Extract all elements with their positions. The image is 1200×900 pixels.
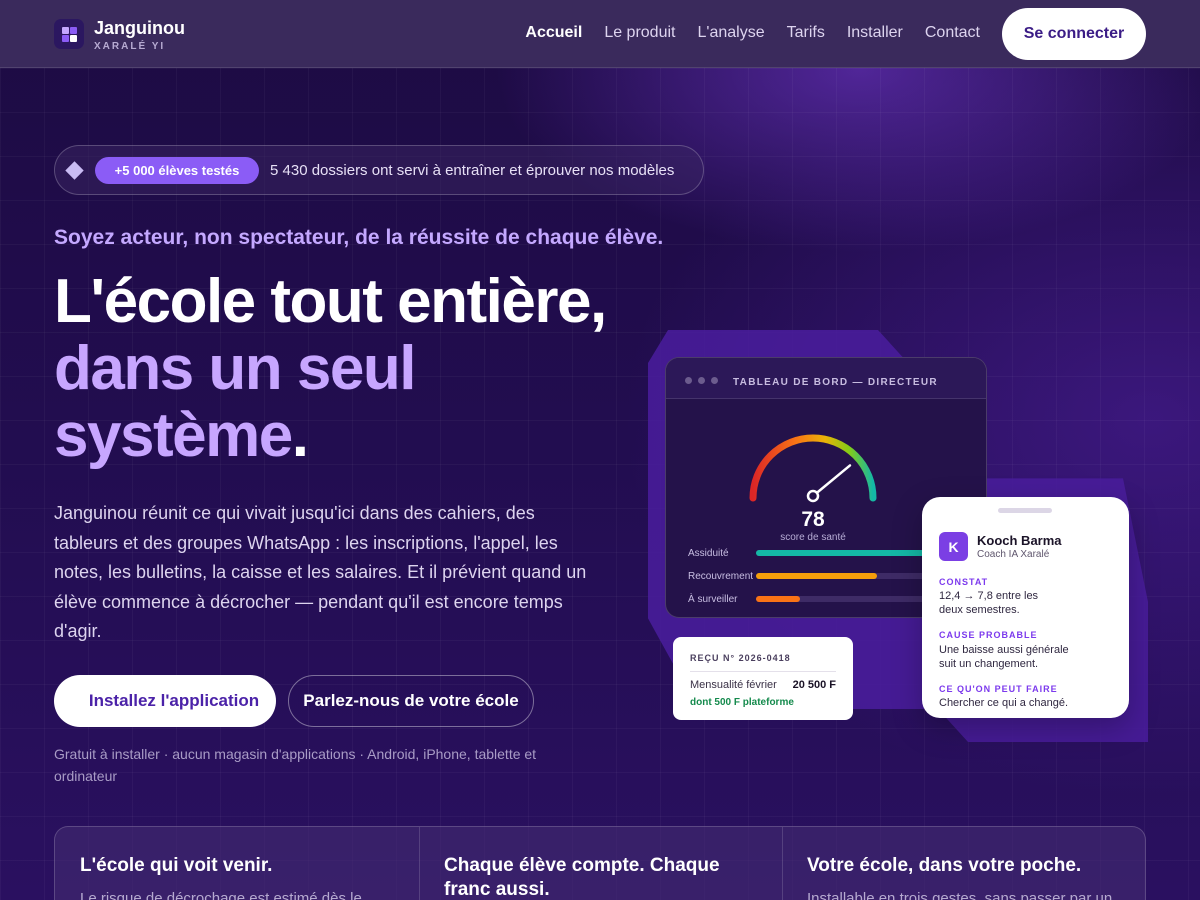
feature-divider — [782, 827, 783, 900]
gauge-hub — [806, 489, 820, 503]
receipt-fee: dont 500 F plateforme — [690, 697, 794, 708]
badge-text: 5 430 dossiers ont servi à entraîner et … — [270, 162, 675, 179]
nav-link-installer[interactable]: Installer — [847, 24, 903, 42]
receipt-number: REÇU N° 2026-0418 — [690, 653, 791, 663]
feature-description: Le risque de décrochage est estimé dès l… — [80, 890, 362, 900]
receipt-label: Mensualité février — [690, 679, 777, 691]
metric-fill-surveiller — [756, 596, 801, 602]
receipt-amount: 20 500 F — [792, 679, 836, 691]
feature-title-line: franc aussi. — [444, 879, 550, 900]
nav-link-analyse[interactable]: L'analyse — [697, 24, 764, 42]
install-note: Gratuit à installer · aucun magasin d'ap… — [54, 746, 537, 784]
gauge-needle — [811, 464, 852, 498]
feature-title-line: Chaque élève compte. Chaque — [444, 855, 720, 876]
metric-fill-recouvrement — [756, 573, 877, 579]
window-dot-icon — [711, 377, 718, 384]
coach-section-body: Chercher ce qui a changé. — [939, 697, 1069, 709]
coach-section-body: suit un changement. — [939, 658, 1039, 670]
feature-title-line: L'école qui voit venir. — [80, 855, 273, 876]
brand-subtitle: XARALÉ YI — [94, 41, 166, 52]
contact-school-button[interactable]: Parlez-nous de votre école — [288, 675, 534, 727]
nav-links: Accueil Le produit L'analyse Tarifs Inst… — [525, 24, 980, 42]
coach-avatar: K — [939, 532, 968, 561]
feature-description: Installable en trois gestes, sans passer… — [807, 890, 1113, 900]
diamond-icon — [65, 161, 84, 180]
hero-lead: Janguinou réunit ce qui vivait jusqu'ici… — [54, 503, 587, 641]
feature-title: L'école qui voit venir. — [80, 854, 272, 878]
badge-tag: +5 000 élèves testés — [95, 157, 259, 184]
hero-kicker: Soyez acteur, non spectateur, de la réus… — [54, 226, 664, 249]
coach-section-body: deux semestres. — [939, 604, 1020, 616]
coach-section-body: Une baisse aussi générale — [939, 644, 1069, 656]
nav-link-produit[interactable]: Le produit — [604, 24, 675, 42]
hero-title-line2: dans un seul — [54, 334, 416, 403]
install-app-button[interactable]: Installez l'application — [54, 675, 276, 727]
dashboard-title: TABLEAU DE BORD — DIRECTEUR — [733, 377, 938, 388]
feature-title-line: Votre école, dans votre poche. — [807, 855, 1082, 876]
hero-title-line3: système — [54, 401, 293, 470]
nav-link-accueil[interactable]: Accueil — [525, 24, 582, 42]
metric-label-assiduite: Assiduité — [688, 548, 729, 559]
login-button[interactable]: Se connecter — [1002, 8, 1146, 60]
feature-title: Votre école, dans votre poche. — [807, 854, 1081, 878]
metric-label-recouvrement: Recouvrement — [688, 571, 754, 582]
features-strip: L'école qui voit venir. Le risque de déc… — [54, 826, 1146, 900]
health-score: 78 — [801, 508, 825, 531]
metric-label-surveiller: À surveiller — [688, 594, 738, 605]
nav-link-tarifs[interactable]: Tarifs — [787, 24, 825, 42]
feature-divider — [419, 827, 420, 900]
top-navigation: Janguinou XARALÉ YI Accueil Le produit L… — [0, 0, 1200, 68]
health-gauge — [749, 434, 877, 503]
coach-role: Coach IA Xaralé — [977, 549, 1050, 560]
nav-link-contact[interactable]: Contact — [925, 24, 980, 42]
dashboard-header: TABLEAU DE BORD — DIRECTEUR — [666, 358, 986, 399]
gauge-arc — [749, 434, 877, 502]
receipt-divider — [690, 671, 836, 672]
coach-section-head: CONSTAT — [939, 577, 989, 587]
window-dot-icon — [685, 377, 692, 384]
hero-title: L'école tout entière, dans un seul systè… — [54, 268, 654, 469]
feature-title: Chaque élève compte. Chaque franc aussi. — [444, 854, 720, 900]
health-score-label: score de santé — [780, 532, 846, 543]
coach-section-body: 12,4 → 7,8 entre les — [939, 590, 1039, 602]
brand-name[interactable]: Janguinou — [94, 18, 185, 39]
stats-badge: +5 000 élèves testés 5 430 dossiers ont … — [54, 145, 704, 195]
hero-title-dot: . — [291, 401, 309, 470]
hero-title-line1: L'école tout entière, — [54, 267, 607, 336]
coach-section-head: CE QU'ON PEUT FAIRE — [939, 684, 1058, 694]
coach-section-head: CAUSE PROBABLE — [939, 630, 1038, 640]
window-dot-icon — [698, 377, 705, 384]
card-handle — [998, 508, 1052, 513]
ai-coach-card: K Kooch Barma Coach IA Xaralé CONSTAT 12… — [922, 497, 1129, 718]
payment-receipt-card: REÇU N° 2026-0418 Mensualité février 20 … — [673, 637, 853, 720]
coach-name: Kooch Barma — [977, 533, 1062, 548]
logo-icon[interactable] — [54, 19, 84, 49]
